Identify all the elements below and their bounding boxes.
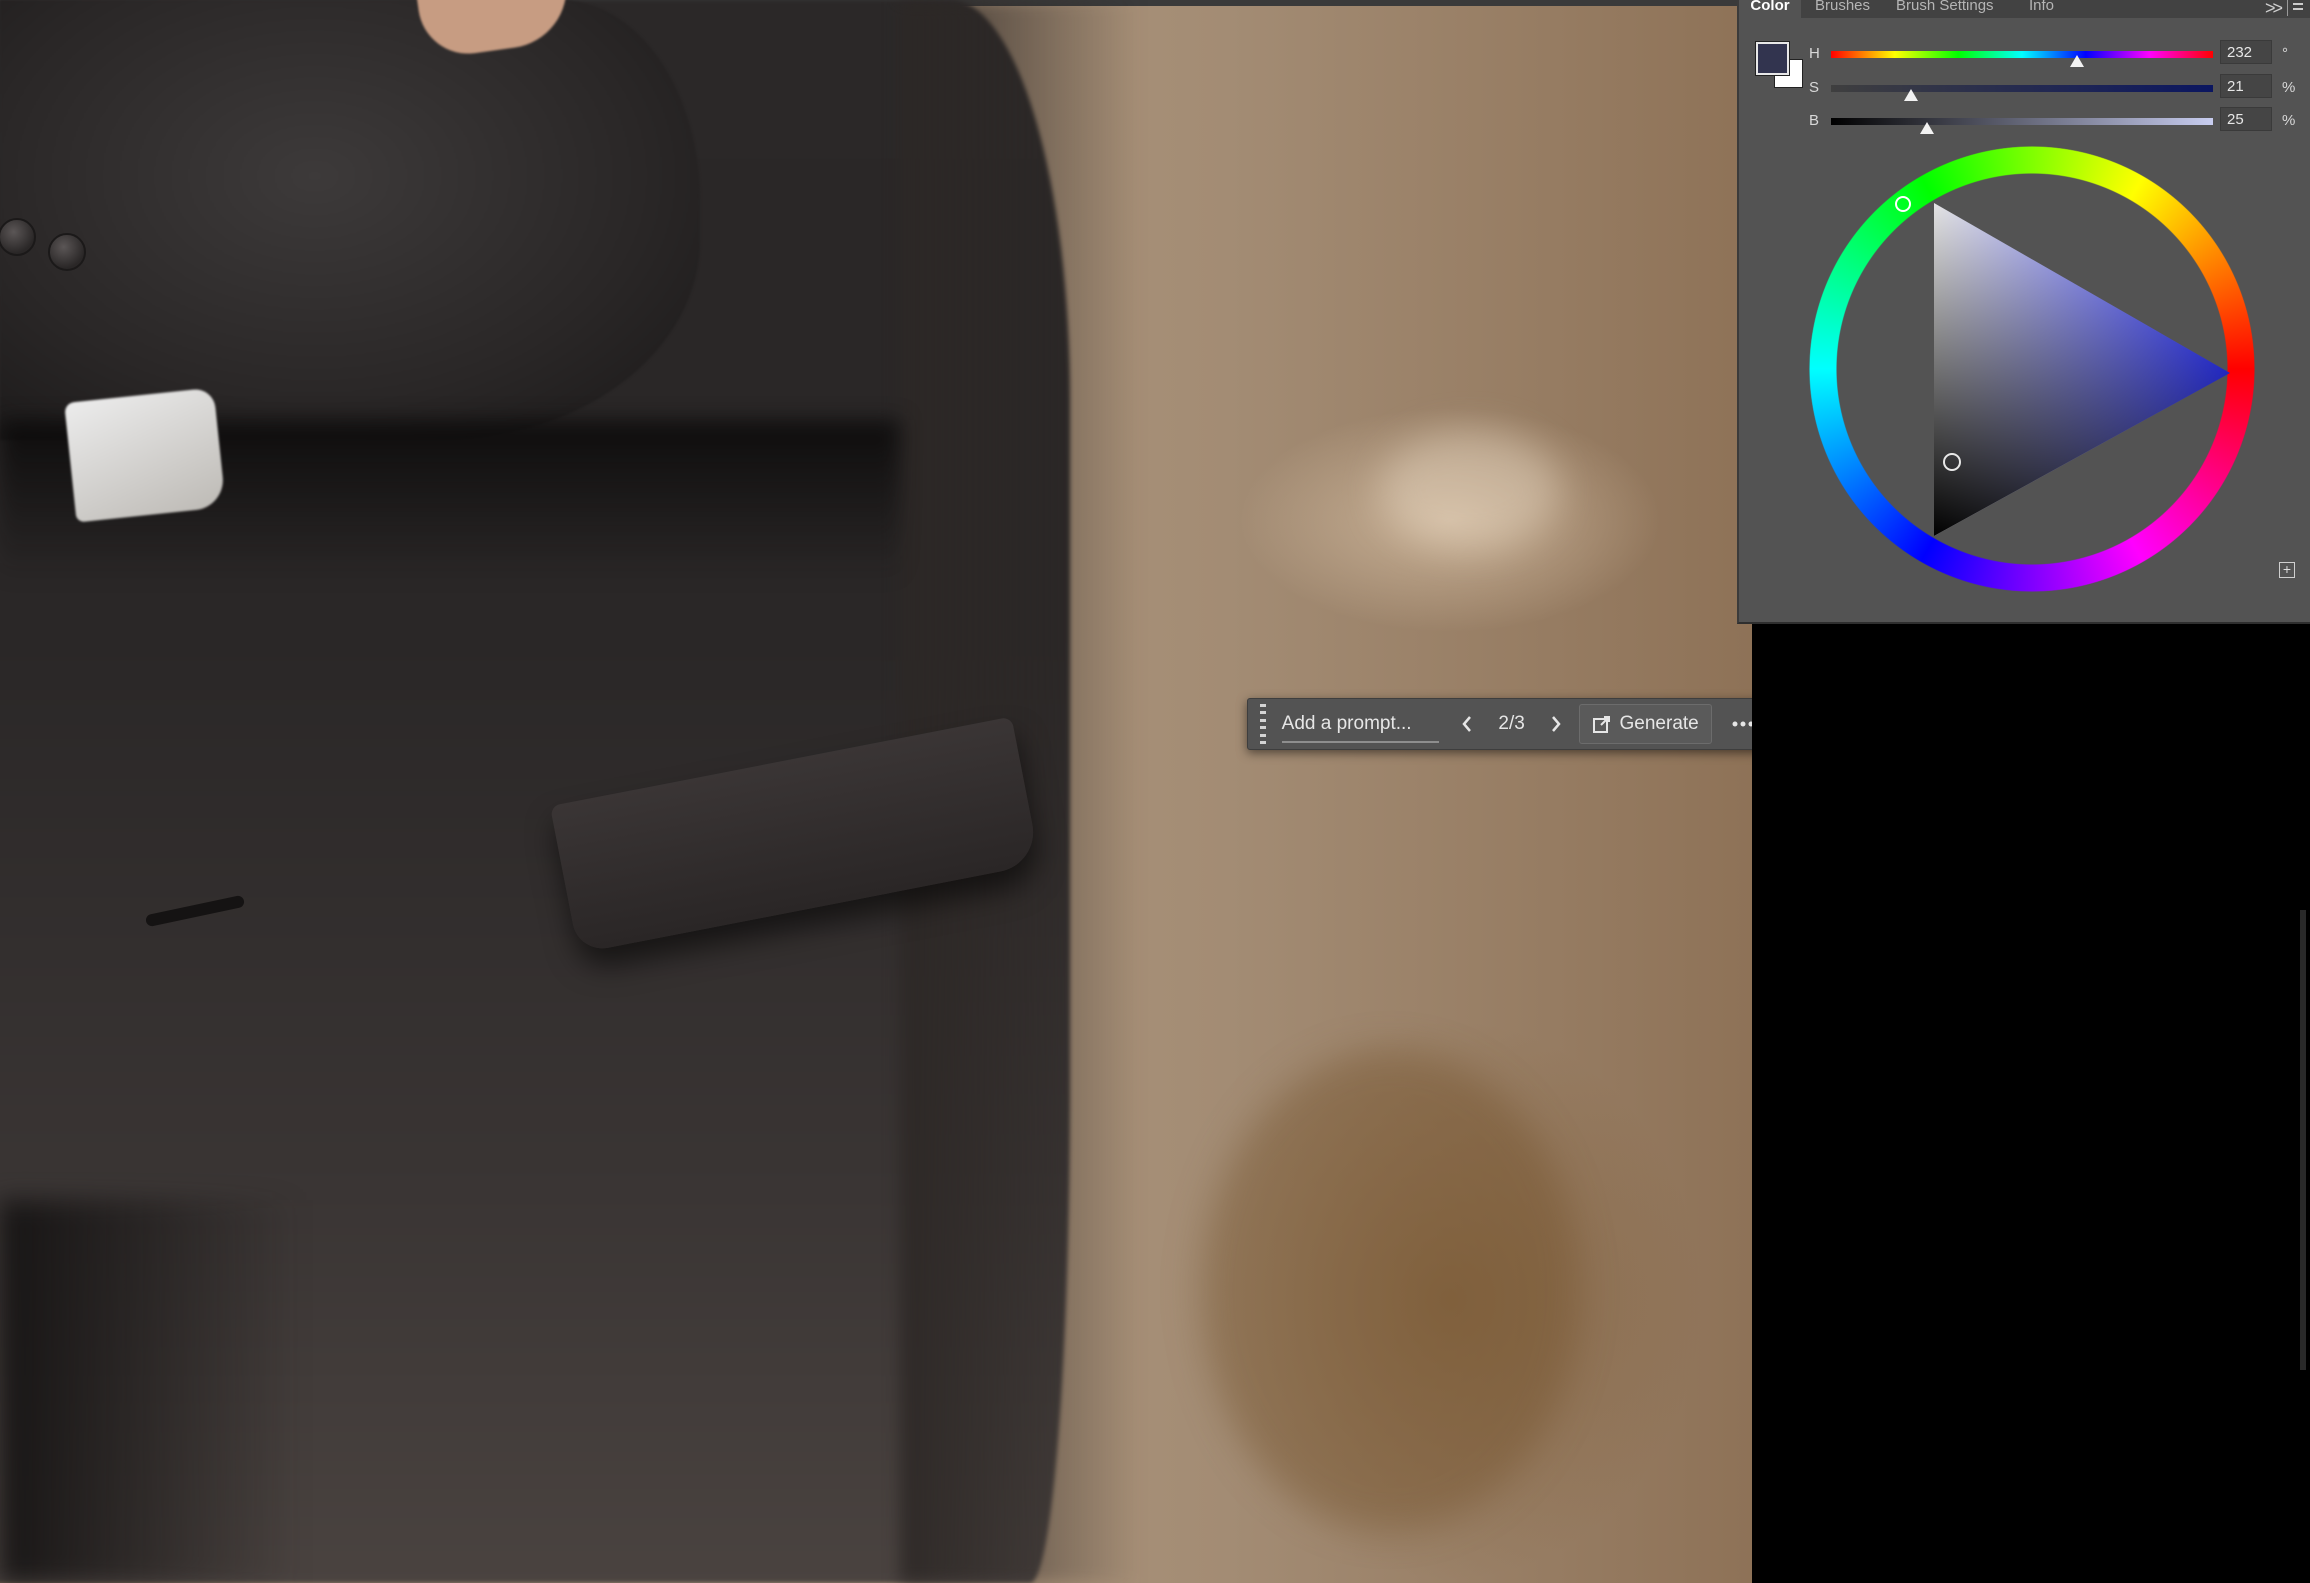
color-panel: Color Brushes Brush Settings Info >> H 2… xyxy=(1737,0,2310,624)
saturation-brightness-triangle[interactable] xyxy=(1809,146,2255,592)
panel-tab-bar: Color Brushes Brush Settings Info >> xyxy=(1739,0,2310,18)
brightness-unit: % xyxy=(2282,112,2296,129)
brightness-slider-thumb[interactable] xyxy=(1919,122,1934,134)
add-color-button[interactable]: + xyxy=(2279,562,2295,578)
generate-label: Generate xyxy=(1619,713,1699,734)
prompt-input[interactable]: Add a prompt... xyxy=(1281,703,1439,745)
prompt-placeholder: Add a prompt... xyxy=(1281,713,1412,734)
saturation-unit: % xyxy=(2282,79,2296,96)
saturation-slider-thumb[interactable] xyxy=(1904,89,1919,101)
tab-brushes[interactable]: Brushes xyxy=(1815,0,1870,18)
hue-slider[interactable] xyxy=(1831,51,2213,58)
saturation-label: S xyxy=(1809,79,1820,96)
variation-counter: 2/3 xyxy=(1498,713,1525,734)
contextual-task-bar: Add a prompt... 2/3 Generate xyxy=(1247,698,1764,750)
brightness-value-field[interactable]: 25 xyxy=(2220,107,2272,131)
coat-sleeve xyxy=(0,0,700,440)
next-variation-button[interactable] xyxy=(1541,704,1570,744)
chevron-right-icon xyxy=(1551,716,1561,732)
hue-value-field[interactable]: 232 xyxy=(2220,40,2272,64)
shirt-cuff xyxy=(64,387,226,523)
chevron-left-icon xyxy=(1462,716,1472,732)
panel-menu-button[interactable] xyxy=(2287,0,2306,16)
tab-color[interactable]: Color xyxy=(1739,0,1801,18)
document-canvas[interactable] xyxy=(0,0,1752,1583)
drag-handle[interactable] xyxy=(1254,704,1272,744)
hue-slider-row: H 232 ° xyxy=(1739,40,2310,75)
sleeve-button xyxy=(48,233,86,271)
tab-info[interactable]: Info xyxy=(2029,0,2054,18)
color-wheel[interactable] xyxy=(1809,146,2255,592)
brightness-slider[interactable] xyxy=(1831,118,2213,125)
hue-slider-thumb[interactable] xyxy=(2070,55,2084,67)
shadow xyxy=(0,1200,300,1583)
generate-button[interactable]: Generate xyxy=(1578,704,1712,744)
wall-stain xyxy=(1200,1050,1580,1530)
saturation-slider[interactable] xyxy=(1831,85,2213,92)
scrollbar-thumb[interactable] xyxy=(2300,910,2306,1370)
tab-brush-settings[interactable]: Brush Settings xyxy=(1896,0,1994,18)
hue-unit: ° xyxy=(2282,45,2288,62)
panel-overflow-button[interactable]: >> xyxy=(2265,0,2283,19)
wall-stain xyxy=(1380,430,1560,550)
hue-label: H xyxy=(1809,45,1820,62)
previous-variation-button[interactable] xyxy=(1453,704,1482,744)
saturation-slider-row: S 21 % xyxy=(1739,74,2310,109)
brightness-slider-row: B 25 % xyxy=(1739,107,2310,142)
generate-icon xyxy=(1592,716,1610,733)
saturation-value-field[interactable]: 21 xyxy=(2220,74,2272,98)
brightness-label: B xyxy=(1809,112,1820,129)
